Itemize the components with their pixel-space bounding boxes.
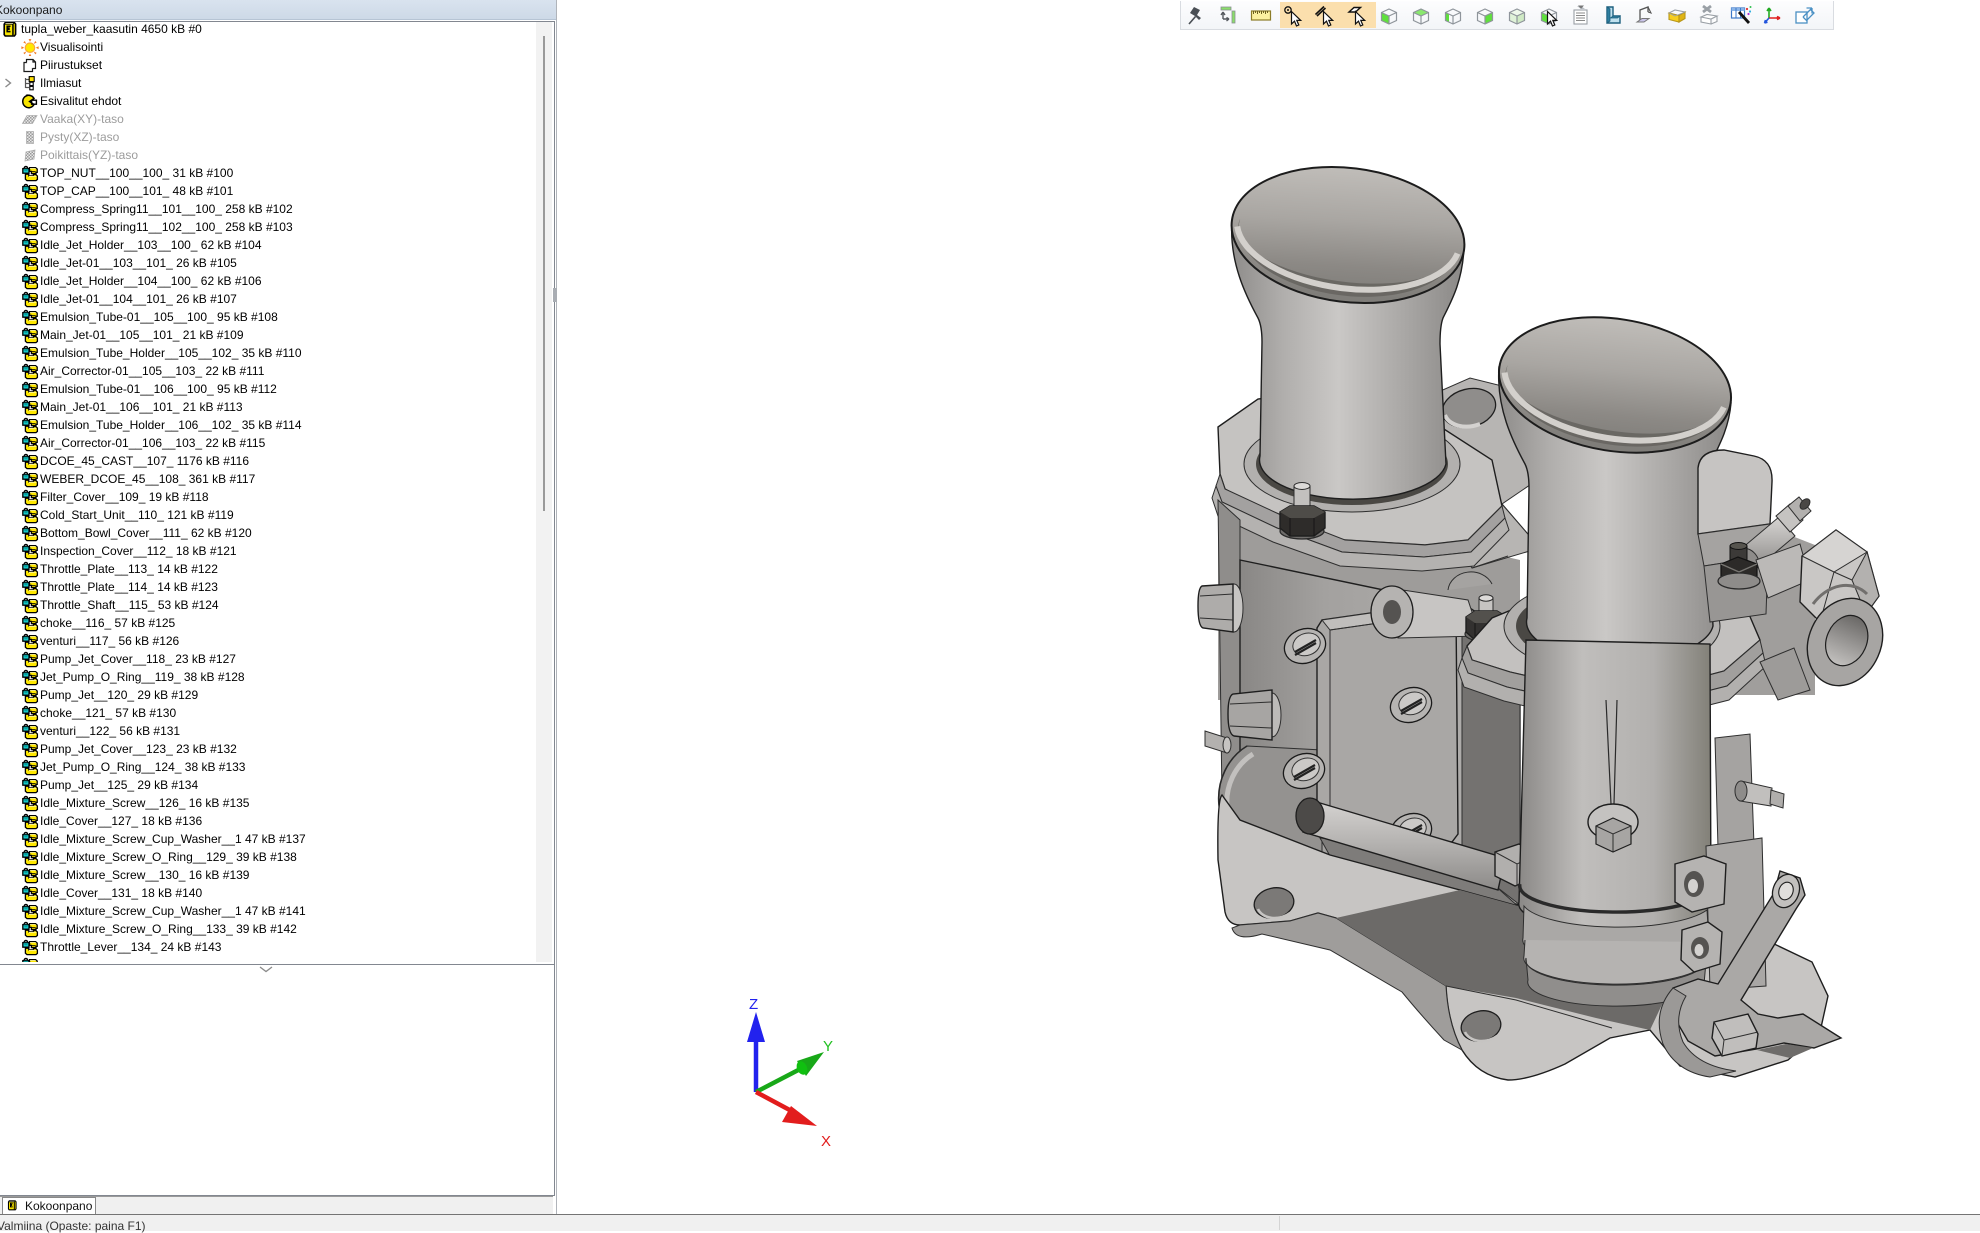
svg-text:Z: Z: [749, 996, 758, 1013]
svg-text:X: X: [821, 1133, 831, 1150]
svg-text:Y: Y: [823, 1038, 833, 1055]
